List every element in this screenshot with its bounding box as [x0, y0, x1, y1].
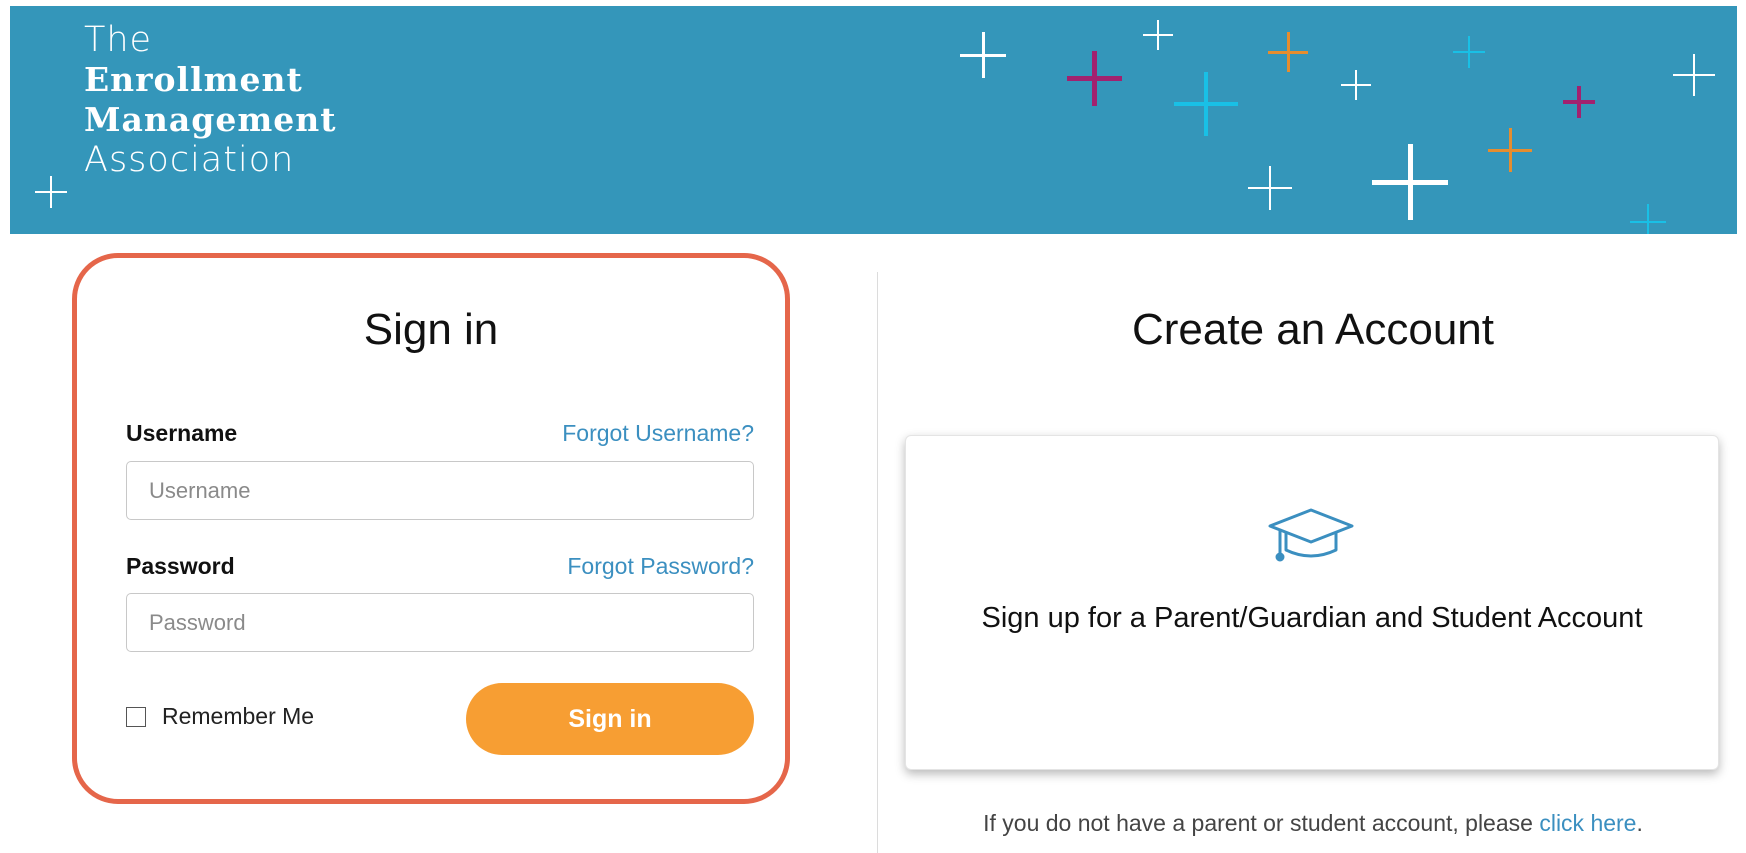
remember-me-checkbox[interactable]: [126, 706, 146, 727]
decor-plus-icon: [1630, 204, 1666, 234]
password-label: Password: [126, 553, 235, 579]
footnote-prefix: If you do not have a parent or student a…: [983, 810, 1540, 836]
decor-plus-icon: [1488, 128, 1532, 172]
page: The Enrollment Management Association Si…: [0, 0, 1746, 853]
decor-plus-icon: [1563, 86, 1595, 118]
signin-button[interactable]: Sign in: [466, 683, 754, 755]
password-input[interactable]: [126, 593, 754, 652]
create-account-title: Create an Account: [1131, 305, 1494, 354]
decor-plus-icon: [1067, 51, 1122, 106]
organization-logo[interactable]: The Enrollment Management Association: [84, 20, 337, 180]
column-divider: [877, 272, 878, 853]
logo-line-1: The: [84, 20, 153, 60]
signup-card-text: Sign up for a Parent/Guardian and Studen…: [981, 602, 1643, 634]
header-banner: The Enrollment Management Association: [10, 6, 1737, 234]
decor-plus-icon: [1174, 72, 1238, 136]
decor-plus-icon: [1268, 32, 1308, 72]
click-here-link[interactable]: click here: [1539, 810, 1636, 836]
footnote-suffix: .: [1636, 810, 1643, 836]
decor-plus-icon: [1453, 36, 1485, 68]
username-input[interactable]: [126, 461, 754, 520]
logo-line-2: Enrollment: [84, 60, 303, 99]
decor-plus-icon: [1673, 54, 1715, 96]
remember-me-label: Remember Me: [162, 703, 315, 729]
forgot-username-link[interactable]: Forgot Username?: [500, 420, 754, 447]
logo-line-3: Management: [84, 100, 337, 139]
username-label: Username: [126, 420, 238, 446]
decor-plus-icon: [960, 32, 1006, 78]
forgot-password-link[interactable]: Forgot Password?: [500, 553, 754, 580]
decor-plus-icon: [1143, 20, 1173, 50]
decor-plus-icon: [1372, 144, 1448, 220]
logo-line-4: Association: [84, 140, 295, 180]
signin-title: Sign in: [363, 305, 499, 354]
decor-plus-icon: [1248, 166, 1292, 210]
no-account-footnote: If you do not have a parent or student a…: [880, 810, 1746, 837]
parent-student-signup-card[interactable]: Sign up for a Parent/Guardian and Studen…: [905, 435, 1719, 770]
decor-plus-icon: [35, 176, 67, 208]
graduation-cap-icon: [1268, 508, 1354, 562]
remember-me[interactable]: Remember Me: [126, 703, 314, 730]
decor-plus-icon: [1341, 70, 1371, 100]
